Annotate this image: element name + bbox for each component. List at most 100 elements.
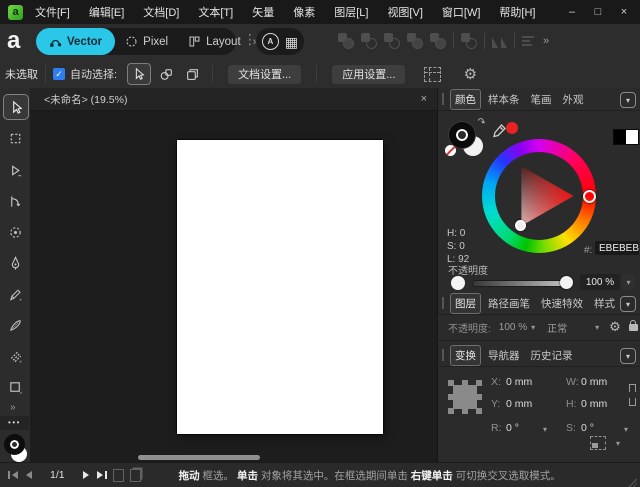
color-panel-collapse-chevron[interactable]: ▾ <box>620 92 636 108</box>
preferences-button[interactable]: ⚙ <box>459 64 481 84</box>
facing-pages-icon[interactable] <box>130 469 141 482</box>
rotation-value[interactable]: 0 ° <box>506 422 519 434</box>
panel-drag-handle[interactable] <box>442 297 444 309</box>
panel-drag-handle[interactable] <box>442 349 444 361</box>
tab-color[interactable]: 颜色 <box>450 89 481 110</box>
tab-swatches[interactable]: 样本条 <box>484 90 524 109</box>
x-value[interactable]: 0 mm <box>506 376 532 388</box>
menu-document[interactable]: 文档[D] <box>143 4 179 20</box>
opacity-value[interactable]: 100 % <box>580 274 620 290</box>
toolbar-options-icon[interactable]: ⋮ <box>243 31 257 48</box>
select-object-button[interactable] <box>155 64 177 84</box>
menu-text[interactable]: 文本[T] <box>198 4 233 20</box>
rectangle-tool[interactable] <box>3 375 27 399</box>
minimize-button[interactable]: – <box>564 6 580 18</box>
opacity-dropdown-chevron[interactable]: ▾ <box>622 274 635 290</box>
artboard-tool[interactable] <box>3 126 27 150</box>
layer-settings-gear-icon[interactable]: ⚙ <box>609 319 621 335</box>
no-color-swatch[interactable] <box>445 145 456 156</box>
tab-appearance[interactable]: 外观 <box>559 90 588 109</box>
horizontal-scrollbar[interactable] <box>138 455 260 460</box>
boolean-add-icon[interactable] <box>338 33 354 49</box>
link-dimensions-icon[interactable] <box>629 384 637 406</box>
node-tool[interactable] <box>3 158 27 182</box>
hex-input[interactable]: EBEBEB <box>595 241 639 255</box>
w-value[interactable]: 0 mm <box>581 376 607 388</box>
insert-inside-button[interactable]: A <box>262 33 279 50</box>
previous-page-button[interactable] <box>26 471 32 479</box>
layers-panel-collapse-chevron[interactable]: ▾ <box>620 296 636 312</box>
tab-styles[interactable]: 样式 <box>590 294 619 313</box>
menu-vector[interactable]: 矢量 <box>252 4 274 20</box>
stroke-swatch[interactable] <box>449 122 475 148</box>
pencil-tool[interactable] <box>3 282 27 306</box>
transparency-tool[interactable] <box>3 220 27 244</box>
menu-window[interactable]: 窗口[W] <box>442 4 481 20</box>
menu-help[interactable]: 帮助[H] <box>499 4 535 20</box>
menu-pixel[interactable]: 像素 <box>293 4 315 20</box>
vector-brush-tool[interactable] <box>3 313 27 337</box>
chevron-down-icon[interactable]: ▾ <box>595 323 599 332</box>
single-page-icon[interactable] <box>113 469 124 482</box>
duplicate-icon[interactable] <box>461 33 477 49</box>
maximize-button[interactable]: □ <box>590 6 606 18</box>
tab-navigator[interactable]: 导航器 <box>484 346 524 365</box>
close-button[interactable]: × <box>616 6 632 18</box>
alignment-icon[interactable] <box>522 36 534 46</box>
swap-fill-stroke-icon[interactable]: ↷ <box>476 116 487 129</box>
select-cursor-button[interactable] <box>127 63 151 85</box>
paint-brush-tool[interactable] <box>3 344 27 368</box>
eyedropper-icon[interactable] <box>491 123 507 139</box>
opacity-swatch[interactable] <box>451 276 465 290</box>
move-tool[interactable] <box>3 94 29 120</box>
panel-drag-handle[interactable] <box>442 93 444 105</box>
transform-origin-icon[interactable] <box>590 436 606 450</box>
h-value[interactable]: 0 mm <box>581 398 607 410</box>
tab-path-brush[interactable]: 路径画笔 <box>484 294 534 313</box>
toolbar-overflow-chevron[interactable]: » <box>541 35 553 47</box>
menu-layer[interactable]: 图层[L] <box>334 4 368 20</box>
last-page-button[interactable] <box>97 471 107 479</box>
blend-mode-value[interactable]: 正常 <box>547 320 567 335</box>
tools-more-chevron[interactable]: » <box>10 402 16 413</box>
transform-panel-collapse-chevron[interactable]: ▾ <box>620 348 636 364</box>
grid-toggle-icon[interactable]: ▦ <box>285 35 298 49</box>
boolean-divide-icon[interactable] <box>407 33 423 49</box>
lock-icon[interactable] <box>629 324 638 331</box>
app-settings-button[interactable]: 应用设置... <box>332 65 405 84</box>
boolean-subtract-icon[interactable] <box>361 33 377 49</box>
shear-value[interactable]: 0 ° <box>581 422 594 434</box>
boolean-combine-icon[interactable] <box>430 33 446 49</box>
chevron-down-icon[interactable]: ▾ <box>616 439 620 448</box>
persona-tab-layout[interactable]: Layout <box>178 28 251 55</box>
tab-fx[interactable]: 快速特效 <box>537 294 587 313</box>
chevron-down-icon[interactable]: ▾ <box>543 425 547 434</box>
document-tab-close-icon[interactable]: × <box>421 93 427 105</box>
canvas-area[interactable]: <未命名> (19.5%) × <box>30 88 437 462</box>
persona-tab-vector[interactable]: Vector <box>36 28 115 55</box>
menu-edit[interactable]: 编辑[E] <box>89 4 124 20</box>
select-group-button[interactable] <box>181 64 203 84</box>
pen-tool[interactable] <box>3 251 27 275</box>
tools-overflow-dots[interactable]: ••• <box>0 416 29 430</box>
tab-transform[interactable]: 变换 <box>450 345 481 366</box>
opacity-slider-handle[interactable] <box>560 276 573 289</box>
hue-selector[interactable] <box>583 190 596 203</box>
tab-stroke[interactable]: 笔画 <box>527 90 556 109</box>
first-page-button[interactable] <box>8 471 18 479</box>
greyscale-swatch[interactable] <box>613 129 639 145</box>
auto-select-checkbox[interactable]: ✓ <box>53 68 65 80</box>
next-page-button[interactable] <box>83 471 89 479</box>
tab-history[interactable]: 历史记录 <box>527 346 577 365</box>
opacity-slider[interactable] <box>472 280 566 287</box>
persona-tab-pixel[interactable]: Pixel <box>115 28 178 55</box>
boolean-intersect-icon[interactable] <box>384 33 400 49</box>
layers-opacity-value[interactable]: 100 % <box>499 322 527 333</box>
corner-tool[interactable] <box>3 189 27 213</box>
chevron-down-icon[interactable]: ▾ <box>531 323 535 332</box>
anchor-point-selector[interactable] <box>448 380 482 414</box>
sl-selector[interactable] <box>515 220 526 231</box>
stroke-color-well[interactable] <box>4 434 25 455</box>
menu-file[interactable]: 文件[F] <box>35 4 70 20</box>
snapping-button[interactable] <box>421 64 443 84</box>
